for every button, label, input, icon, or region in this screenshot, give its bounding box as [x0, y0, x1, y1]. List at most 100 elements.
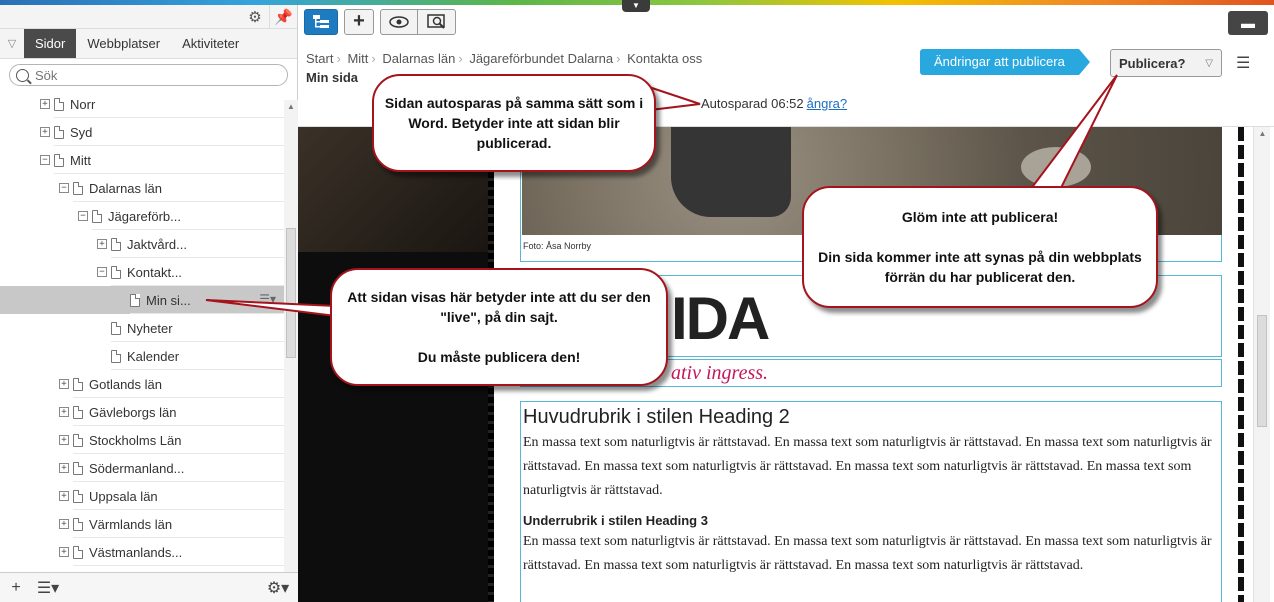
tab-aktiviteter[interactable]: Aktiviteter [171, 29, 250, 58]
collapse-icon[interactable]: − [40, 155, 50, 165]
big-heading: IDA [671, 285, 770, 352]
tree-item-label: Dalarnas län [89, 180, 162, 196]
tree-item-label: Uppsala län [89, 488, 158, 504]
preview-scrollbar[interactable]: ▲ [1253, 127, 1270, 602]
settings-menu-icon[interactable]: ⚙▾ [258, 578, 298, 598]
pin-icon[interactable]: 📌 [269, 4, 297, 29]
expand-icon[interactable]: + [59, 491, 69, 501]
scroll-up-icon[interactable]: ▲ [1254, 129, 1271, 138]
tree-item-label: Gävleborgs län [89, 404, 177, 420]
tree-item[interactable]: + Jaktvård... [0, 230, 284, 258]
page-document-icon [54, 125, 64, 139]
breadcrumb-item[interactable]: Kontakta oss [627, 51, 702, 66]
breadcrumb-item[interactable]: Start [306, 51, 333, 66]
body-paragraph: En massa text som naturligtvis är rättst… [523, 435, 1212, 498]
tree-item-label: Kontakt... [127, 264, 182, 280]
chevron-down-icon[interactable]: ▽ [0, 29, 24, 58]
heading-3: Underrubrik i stilen Heading 3 [523, 513, 708, 528]
item-menu-icon[interactable]: ☰▾ [259, 292, 276, 306]
tree-item[interactable]: + Stockholms Län [0, 426, 284, 454]
tree-item[interactable]: − Kontakt... [0, 258, 284, 286]
scroll-up-icon[interactable]: ▲ [284, 100, 298, 114]
breadcrumb-item[interactable]: Dalarnas län [382, 51, 455, 66]
expand-icon[interactable]: + [40, 99, 50, 109]
tab-webbplatser[interactable]: Webbplatser [76, 29, 171, 58]
folder-icon[interactable]: ▬ [1228, 11, 1268, 35]
tree-item[interactable]: − Jägareförb... [0, 202, 284, 230]
scrollbar-thumb[interactable] [286, 228, 296, 358]
breadcrumb: Start › Mitt › Dalarnas län › Jägareförbund… [306, 51, 703, 66]
pane-footer: + ☰▾ ⚙▾ [0, 572, 298, 602]
expand-icon[interactable]: + [59, 435, 69, 445]
expand-icon[interactable]: + [59, 379, 69, 389]
expand-icon[interactable]: + [40, 127, 50, 137]
list-menu-icon[interactable]: ☰▾ [32, 578, 64, 598]
page-document-icon [73, 181, 83, 195]
gear-icon[interactable]: ⚙ [241, 5, 269, 29]
breadcrumb-item[interactable]: Jägareförbundet Dalarna [469, 51, 613, 66]
expand-icon[interactable]: + [59, 407, 69, 417]
scrollbar-thumb[interactable] [1257, 315, 1267, 427]
chevron-down-icon[interactable]: ▼ [622, 0, 650, 12]
undo-link[interactable]: ångra? [807, 96, 847, 111]
callout-autosave: Sidan autosparas på samma sätt som i Wor… [372, 74, 656, 172]
breadcrumb-item[interactable]: Mitt [347, 51, 368, 66]
body-text-block[interactable]: Huvudrubrik i stilen Heading 2 En massa … [520, 401, 1222, 602]
tree-item[interactable]: + Gävleborgs län [0, 398, 284, 426]
collapse-icon[interactable]: − [97, 267, 107, 277]
add-button[interactable]: + [344, 8, 374, 35]
page-tree-toggle-button[interactable] [304, 8, 338, 35]
expand-icon[interactable]: + [97, 239, 107, 249]
search-input[interactable] [35, 67, 235, 83]
navigation-pane: ⚙ 📌 ▽ Sidor Webbplatser Aktiviteter + Nor… [0, 4, 298, 602]
tree-item[interactable]: − Mitt [0, 146, 284, 174]
tree-item[interactable]: + Uppsala län [0, 482, 284, 510]
search-box [9, 64, 288, 86]
tab-sidor[interactable]: Sidor [24, 29, 77, 58]
page-tree: + Norr + Syd − Mitt − Dalarnas län − Jägareförb..… [0, 90, 284, 570]
search-icon [16, 68, 29, 82]
callout-live: Att sidan visas här betyder inte att du … [330, 268, 668, 386]
add-icon[interactable]: + [0, 579, 32, 597]
chevron-down-icon: ▽ [1205, 57, 1213, 69]
tree-item-label: Värmlands län [89, 516, 173, 532]
tree-item[interactable]: + Södermanland... [0, 454, 284, 482]
tree-scrollbar[interactable]: ▲ [284, 100, 298, 578]
preview-eye-icon[interactable] [380, 8, 418, 35]
rock-image-detail [1021, 147, 1091, 187]
tree-item-label: Jägareförb... [108, 208, 181, 224]
tree-item[interactable]: + Värmlands län [0, 510, 284, 538]
autosave-text: Autosparad 06:52 [701, 96, 804, 111]
options-list-icon[interactable]: ☰ [1236, 53, 1254, 73]
page-document-icon [73, 405, 83, 419]
tree-item[interactable]: + Norr [0, 90, 284, 118]
expand-icon[interactable]: + [59, 519, 69, 529]
tree-item[interactable]: + Gotlands län [0, 370, 284, 398]
body-paragraph: En massa text som naturligtvis är rättst… [523, 534, 1212, 573]
tree-item-label: Mitt [70, 152, 91, 168]
tree-item[interactable]: Kalender [0, 342, 284, 370]
page-document-icon [130, 293, 140, 307]
tree-item[interactable]: + Västmanlands... [0, 538, 284, 566]
tree-item[interactable]: Nyheter [0, 314, 284, 342]
heading-2: Huvudrubrik i stilen Heading 2 [523, 406, 790, 428]
ingress-text: ativ ingress. [671, 362, 769, 384]
page-document-icon [111, 349, 121, 363]
page-document-icon [92, 209, 102, 223]
collapse-icon[interactable]: − [59, 183, 69, 193]
pane-toolbar: ⚙ 📌 [0, 4, 297, 29]
page-title: Min sida [306, 70, 359, 85]
tree-item[interactable]: + Syd [0, 118, 284, 146]
compare-view-icon[interactable] [418, 8, 456, 35]
expand-icon[interactable]: + [59, 463, 69, 473]
eye-icon [389, 15, 409, 28]
page-document-icon [54, 97, 64, 111]
view-button-group [380, 8, 456, 35]
tree-item[interactable]: − Dalarnas län [0, 174, 284, 202]
collapse-icon[interactable]: − [78, 211, 88, 221]
boot-image-detail [671, 127, 791, 217]
publish-button[interactable]: Publicera? ▽ [1110, 49, 1222, 77]
changes-to-publish-button[interactable]: Ändringar att publicera [920, 49, 1090, 75]
tree-item[interactable]: Min si... ☰▾ [0, 286, 284, 314]
expand-icon[interactable]: + [59, 547, 69, 557]
